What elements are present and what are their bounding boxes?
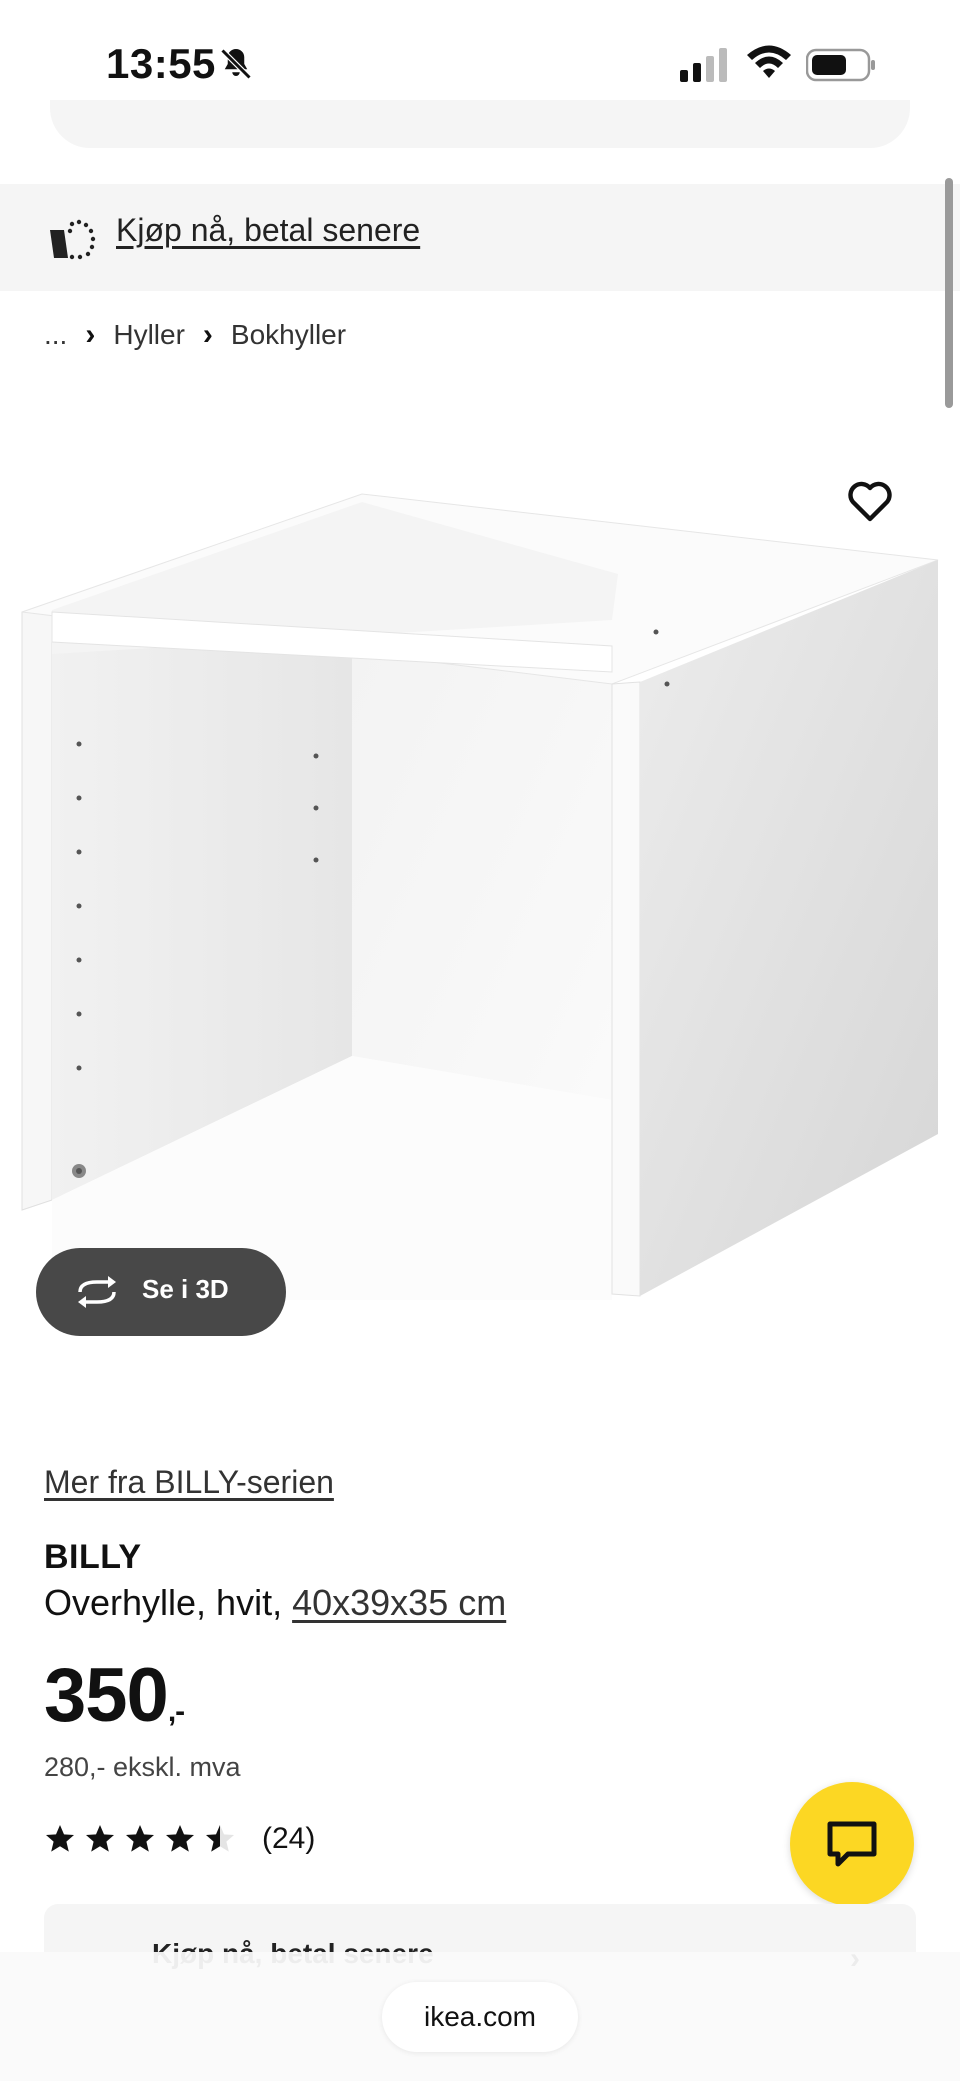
- series-link[interactable]: Mer fra BILLY-serien: [44, 1464, 334, 1501]
- rotate-3d-icon: [78, 1276, 116, 1308]
- price-value: 350: [44, 1653, 169, 1738]
- star-icon: [166, 1825, 194, 1852]
- view-in-3d-label: Se i 3D: [142, 1274, 229, 1304]
- star-icon: [126, 1825, 154, 1852]
- product-description: Overhylle, hvit, 40x39x35 cm: [44, 1582, 506, 1624]
- product-name: BILLY: [44, 1538, 142, 1576]
- breadcrumb-ellipsis[interactable]: ...: [44, 319, 67, 351]
- chevron-right-icon: ›: [85, 318, 96, 351]
- star-icon: [46, 1825, 74, 1852]
- chevron-right-icon: ›: [202, 318, 213, 351]
- star-half-icon: [206, 1825, 234, 1852]
- heart-icon[interactable]: [846, 478, 894, 524]
- buy-now-pay-later-link[interactable]: Kjøp nå, betal senere: [116, 212, 420, 249]
- star-icon: [86, 1825, 114, 1852]
- breadcrumb: ... › Hyller › Bokhyller: [44, 318, 346, 352]
- price: 350,-: [44, 1652, 185, 1739]
- buy-now-pay-later-banner[interactable]: Kjøp nå, betal senere: [0, 184, 960, 291]
- product-image[interactable]: [0, 420, 960, 1320]
- review-count[interactable]: (24): [262, 1822, 315, 1856]
- view-in-3d-button[interactable]: Se i 3D: [36, 1248, 286, 1336]
- breadcrumb-item-hyller[interactable]: Hyller: [113, 319, 185, 351]
- url-bar[interactable]: ikea.com: [382, 1982, 578, 2052]
- status-time: 13:55: [106, 40, 216, 87]
- chat-button[interactable]: [790, 1782, 914, 1906]
- product-size-link[interactable]: 40x39x35 cm: [292, 1582, 506, 1623]
- breadcrumb-item-bokhyller[interactable]: Bokhyller: [231, 319, 346, 351]
- price-suffix: ,-: [167, 1695, 185, 1728]
- cellular-signal-icon: [680, 48, 727, 82]
- rating[interactable]: (24): [44, 1822, 315, 1856]
- basket-dotted-icon: [50, 219, 96, 260]
- search-bar-remnant[interactable]: [50, 100, 910, 148]
- price-excl-vat: 280,- ekskl. mva: [44, 1752, 241, 1782]
- battery-icon: [806, 48, 875, 82]
- scrollbar[interactable]: [945, 178, 953, 408]
- chat-bubble-icon: [827, 1821, 877, 1867]
- wifi-icon: [747, 45, 791, 78]
- product-type: Overhylle, hvit,: [44, 1582, 293, 1623]
- bell-slash-icon: [220, 48, 252, 80]
